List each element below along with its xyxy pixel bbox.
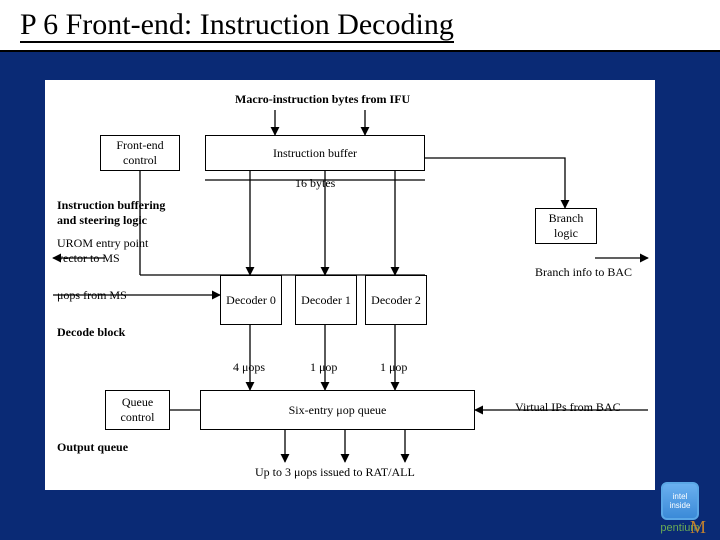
label-16-bytes: 16 bytes — [295, 176, 335, 191]
label-1-uop-b: 1 μop — [380, 360, 407, 375]
block-decoder-2: Decoder 2 — [365, 275, 427, 325]
intel-inside-icon: intel inside — [661, 482, 699, 520]
block-branch-logic: Branch logic — [535, 208, 597, 244]
label-branch-info-bac: Branch info to BAC — [535, 265, 632, 280]
slide-title-text: P 6 Front-end: Instruction Decoding — [20, 8, 454, 43]
label-steering-section: Instruction buffering and steering logic — [57, 198, 187, 228]
slide-title: P 6 Front-end: Instruction Decoding — [0, 0, 720, 52]
label-output-queue-section: Output queue — [57, 440, 128, 455]
label-4-uops: 4 μops — [233, 360, 265, 375]
decoding-diagram: Macro-instruction bytes from IFU Front-e… — [45, 80, 655, 490]
label-urom-vector: UROM entry point vector to MS — [57, 236, 172, 266]
block-decoder-1: Decoder 1 — [295, 275, 357, 325]
label-virtual-ips: Virtual IPs from BAC — [515, 400, 621, 415]
label-ifu-in: Macro-instruction bytes from IFU — [235, 92, 410, 107]
block-instruction-buffer: Instruction buffer — [205, 135, 425, 171]
label-decode-section: Decode block — [57, 325, 125, 340]
intel-pentium-logo: intel inside pentium M — [652, 482, 708, 534]
label-issued-rat: Up to 3 μops issued to RAT/ALL — [255, 465, 415, 480]
block-queue-control: Queue control — [105, 390, 170, 430]
slide-mark: M — [690, 517, 706, 538]
label-1-uop-a: 1 μop — [310, 360, 337, 375]
block-six-entry-queue: Six-entry μop queue — [200, 390, 475, 430]
label-uops-from-ms: μops from MS — [57, 288, 127, 303]
block-decoder-0: Decoder 0 — [220, 275, 282, 325]
block-frontend-control: Front-end control — [100, 135, 180, 171]
